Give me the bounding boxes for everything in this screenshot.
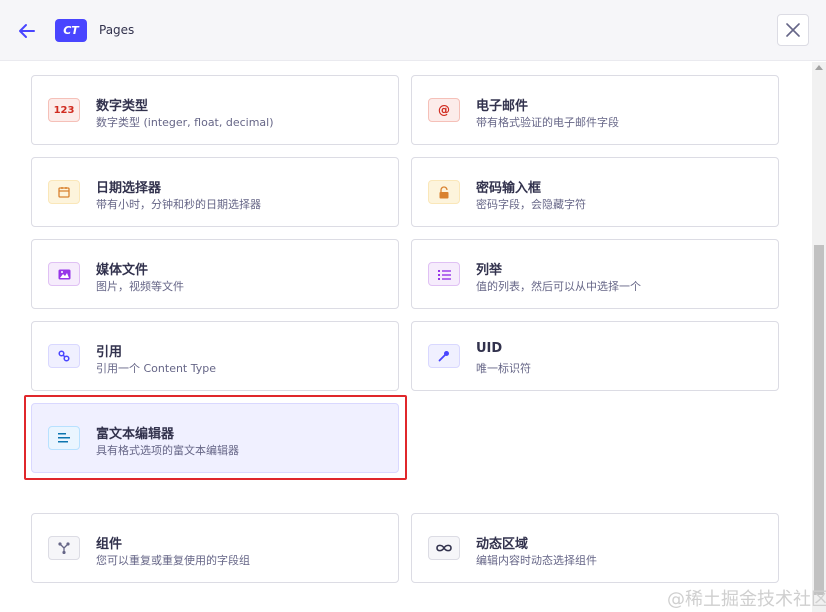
field-card-description: 密码字段，会隐藏字符 bbox=[476, 198, 586, 211]
close-button[interactable] bbox=[777, 14, 809, 46]
vertical-scrollbar[interactable] bbox=[812, 62, 826, 612]
field-card-title: 数字类型 bbox=[96, 99, 149, 114]
arrow-left-icon bbox=[19, 24, 35, 38]
field-card-dynamic-zone[interactable]: 动态区域 编辑内容时动态选择组件 bbox=[411, 513, 779, 583]
field-card-description: 唯一标识符 bbox=[476, 362, 531, 375]
field-card-description: 引用一个 Content Type bbox=[96, 362, 217, 375]
field-card-description: 图片，视频等文件 bbox=[96, 280, 184, 293]
field-card-description: 值的列表，然后可以从中选择一个 bbox=[476, 280, 641, 293]
rich-text-icon bbox=[48, 426, 80, 450]
field-card-date[interactable]: 日期选择器 带有小时，分钟和秒的日期选择器 bbox=[31, 157, 399, 227]
field-card-title: 电子邮件 bbox=[476, 99, 529, 114]
field-card-description: 带有小时，分钟和秒的日期选择器 bbox=[96, 198, 261, 211]
scroll-thumb[interactable] bbox=[814, 245, 824, 595]
field-card-title: 列举 bbox=[476, 263, 503, 278]
field-card-title: 密码输入框 bbox=[476, 181, 542, 196]
lock-icon bbox=[428, 180, 460, 204]
field-card-description: 编辑内容时动态选择组件 bbox=[476, 554, 597, 567]
infinity-icon bbox=[428, 536, 460, 560]
field-card-title: 动态区域 bbox=[476, 537, 529, 552]
field-card-description: 具有格式选项的富文本编辑器 bbox=[96, 444, 239, 457]
modal-header: CT Pages bbox=[0, 0, 826, 61]
field-card-rich-text[interactable]: 富文本编辑器 具有格式选项的富文本编辑器 bbox=[31, 403, 399, 473]
key-icon bbox=[428, 344, 460, 368]
field-card-component[interactable]: 组件 您可以重复或重复使用的字段组 bbox=[31, 513, 399, 583]
field-type-list: 123 数字类型 数字类型 (integer, float, decimal) … bbox=[0, 62, 812, 612]
field-card-enumeration[interactable]: 列举 值的列表，然后可以从中选择一个 bbox=[411, 239, 779, 309]
field-card-relation[interactable]: 引用 引用一个 Content Type bbox=[31, 321, 399, 391]
field-card-uid[interactable]: UID 唯一标识符 bbox=[411, 321, 779, 391]
field-card-title: 富文本编辑器 bbox=[96, 427, 175, 442]
back-button[interactable] bbox=[14, 18, 40, 44]
calendar-icon bbox=[48, 180, 80, 204]
field-card-title: 日期选择器 bbox=[96, 181, 162, 196]
watermark: @稀土掘金技术社区 bbox=[667, 589, 826, 610]
close-icon bbox=[786, 23, 800, 37]
field-card-description: 数字类型 (integer, float, decimal) bbox=[96, 116, 274, 129]
field-card-description: 带有格式验证的电子邮件字段 bbox=[476, 116, 619, 129]
field-card-media[interactable]: 媒体文件 图片，视频等文件 bbox=[31, 239, 399, 309]
field-card-description: 您可以重复或重复使用的字段组 bbox=[96, 554, 250, 567]
scroll-up-arrow-icon[interactable] bbox=[815, 65, 823, 70]
field-card-number[interactable]: 123 数字类型 数字类型 (integer, float, decimal) bbox=[31, 75, 399, 145]
field-card-email[interactable]: @ 电子邮件 带有格式验证的电子邮件字段 bbox=[411, 75, 779, 145]
field-card-title: 媒体文件 bbox=[96, 263, 149, 278]
content-type-badge: CT bbox=[55, 19, 87, 42]
field-card-title: 组件 bbox=[96, 537, 123, 552]
field-card-title: 引用 bbox=[96, 345, 123, 360]
field-card-title: UID bbox=[476, 341, 503, 356]
field-card-password[interactable]: 密码输入框 密码字段，会隐藏字符 bbox=[411, 157, 779, 227]
link-icon bbox=[48, 344, 80, 368]
list-icon bbox=[428, 262, 460, 286]
image-icon bbox=[48, 262, 80, 286]
number-icon: 123 bbox=[48, 98, 80, 122]
email-icon: @ bbox=[428, 98, 460, 122]
page-title: Pages bbox=[99, 23, 135, 37]
component-icon bbox=[48, 536, 80, 560]
